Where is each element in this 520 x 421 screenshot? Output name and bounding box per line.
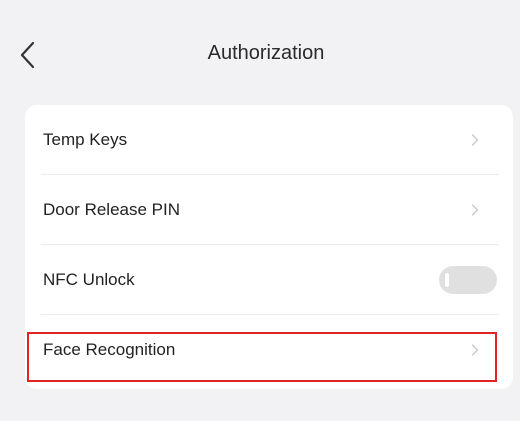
page-title: Authorization [207, 42, 325, 64]
settings-item-face-recognition[interactable]: Face Recognition [25, 315, 513, 385]
settings-item-door-release-pin[interactable]: Door Release PIN [25, 175, 513, 245]
settings-item-label: Temp Keys [43, 130, 128, 149]
toggle-knob [445, 273, 449, 287]
settings-item-nfc-unlock: NFC Unlock [25, 245, 513, 315]
settings-card: Temp Keys Door Release PIN NFC Unlock Fa… [25, 105, 513, 389]
settings-item-temp-keys[interactable]: Temp Keys [25, 105, 513, 175]
chevron-right-icon [471, 344, 479, 356]
settings-item-label: Door Release PIN [43, 200, 181, 219]
settings-item-label: NFC Unlock [43, 270, 135, 289]
nfc-unlock-toggle[interactable] [439, 266, 497, 294]
settings-item-label: Face Recognition [43, 340, 176, 359]
chevron-right-icon [471, 134, 479, 146]
chevron-right-icon [471, 204, 479, 216]
header-bar: Authorization [0, 0, 520, 105]
